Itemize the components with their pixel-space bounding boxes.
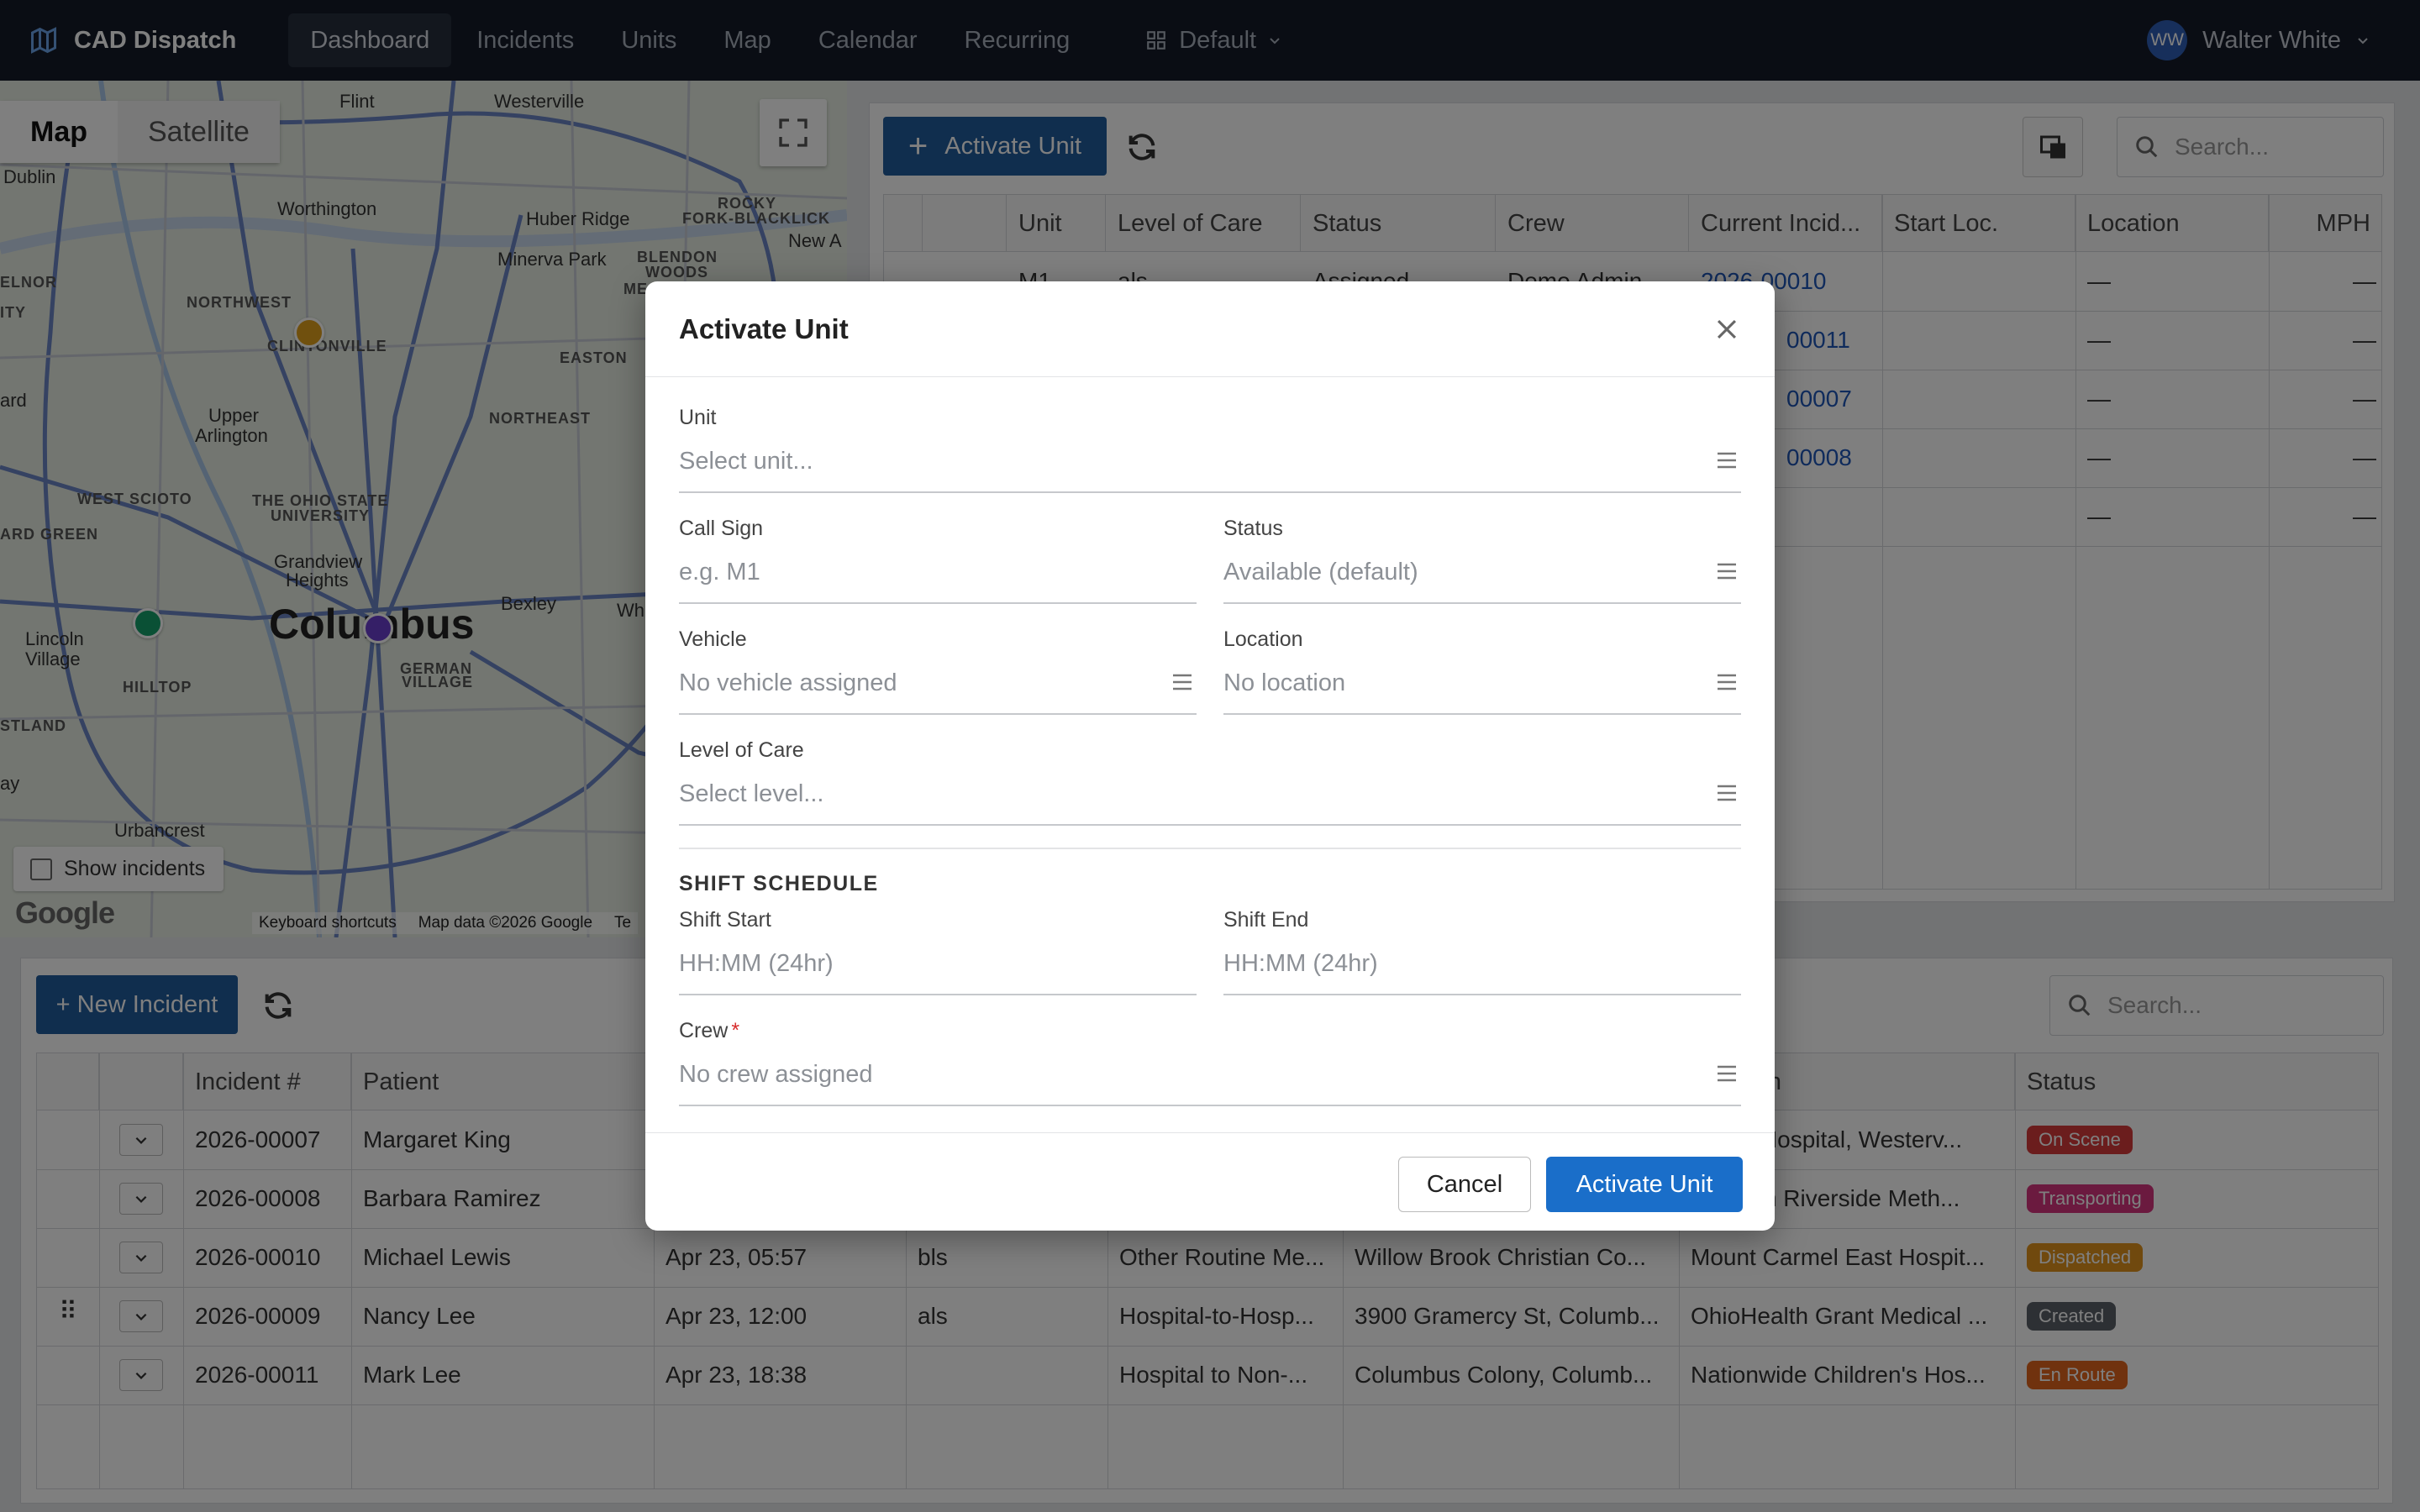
location-field: Location No location xyxy=(1223,627,1741,715)
unit-field: Unit Select unit... xyxy=(679,406,1741,493)
level-of-care-label: Level of Care xyxy=(679,738,804,762)
crew-label: Crew xyxy=(679,1019,729,1042)
call-sign-placeholder: e.g. M1 xyxy=(679,559,760,585)
modal-title: Activate Unit xyxy=(679,312,849,344)
shift-start-field: Shift Start HH:MM (24hr) xyxy=(679,908,1197,995)
call-sign-input[interactable]: e.g. M1 xyxy=(679,559,1197,604)
level-of-care-field: Level of Care Select level... xyxy=(679,738,1741,826)
status-field: Status Available (default) xyxy=(1223,517,1741,604)
unit-label: Unit xyxy=(679,406,717,429)
cancel-button[interactable]: Cancel xyxy=(1398,1157,1531,1212)
unit-select[interactable]: Select unit... xyxy=(679,448,1741,493)
list-icon xyxy=(1718,452,1736,469)
level-of-care-select[interactable]: Select level... xyxy=(679,780,1741,826)
vehicle-field: Vehicle No vehicle assigned xyxy=(679,627,1197,715)
call-sign-field: Call Sign e.g. M1 xyxy=(679,517,1197,604)
status-label: Status xyxy=(1223,517,1283,540)
level-of-care-placeholder: Select level... xyxy=(679,780,824,807)
shift-end-input[interactable]: HH:MM (24hr) xyxy=(1223,950,1741,995)
status-placeholder: Available (default) xyxy=(1223,559,1418,585)
list-icon xyxy=(1718,563,1736,580)
list-icon xyxy=(1718,674,1736,690)
unit-placeholder: Select unit... xyxy=(679,448,813,475)
close-icon[interactable] xyxy=(1712,315,1741,344)
location-select[interactable]: No location xyxy=(1223,669,1741,715)
crew-field: Crew * No crew assigned xyxy=(679,1019,1741,1106)
shift-end-label: Shift End xyxy=(1223,908,1309,932)
vehicle-select[interactable]: No vehicle assigned xyxy=(679,669,1197,715)
shift-end-placeholder: HH:MM (24hr) xyxy=(1223,950,1378,977)
crew-placeholder: No crew assigned xyxy=(679,1061,873,1088)
status-select[interactable]: Available (default) xyxy=(1223,559,1741,604)
list-icon xyxy=(1173,674,1192,690)
vehicle-placeholder: No vehicle assigned xyxy=(679,669,897,696)
shift-start-placeholder: HH:MM (24hr) xyxy=(679,950,834,977)
modal-footer: Cancel Activate Unit xyxy=(645,1132,1775,1231)
location-placeholder: No location xyxy=(1223,669,1346,696)
activate-unit-submit-button[interactable]: Activate Unit xyxy=(1546,1157,1743,1212)
shift-schedule-title: SHIFT SCHEDULE xyxy=(679,872,879,895)
activate-unit-modal: Activate Unit Unit Select unit... Call S… xyxy=(645,281,1775,1231)
divider xyxy=(679,848,1741,849)
modal-header: Activate Unit xyxy=(645,281,1775,377)
required-marker: * xyxy=(731,1019,740,1042)
location-label: Location xyxy=(1223,627,1303,651)
list-icon xyxy=(1718,1065,1736,1082)
shift-start-input[interactable]: HH:MM (24hr) xyxy=(679,950,1197,995)
crew-label-row: Crew * xyxy=(679,1019,1741,1042)
shift-start-label: Shift Start xyxy=(679,908,771,932)
list-icon xyxy=(1718,785,1736,801)
call-sign-label: Call Sign xyxy=(679,517,764,540)
crew-select[interactable]: No crew assigned xyxy=(679,1061,1741,1106)
shift-end-field: Shift End HH:MM (24hr) xyxy=(1223,908,1741,995)
vehicle-label: Vehicle xyxy=(679,627,747,651)
